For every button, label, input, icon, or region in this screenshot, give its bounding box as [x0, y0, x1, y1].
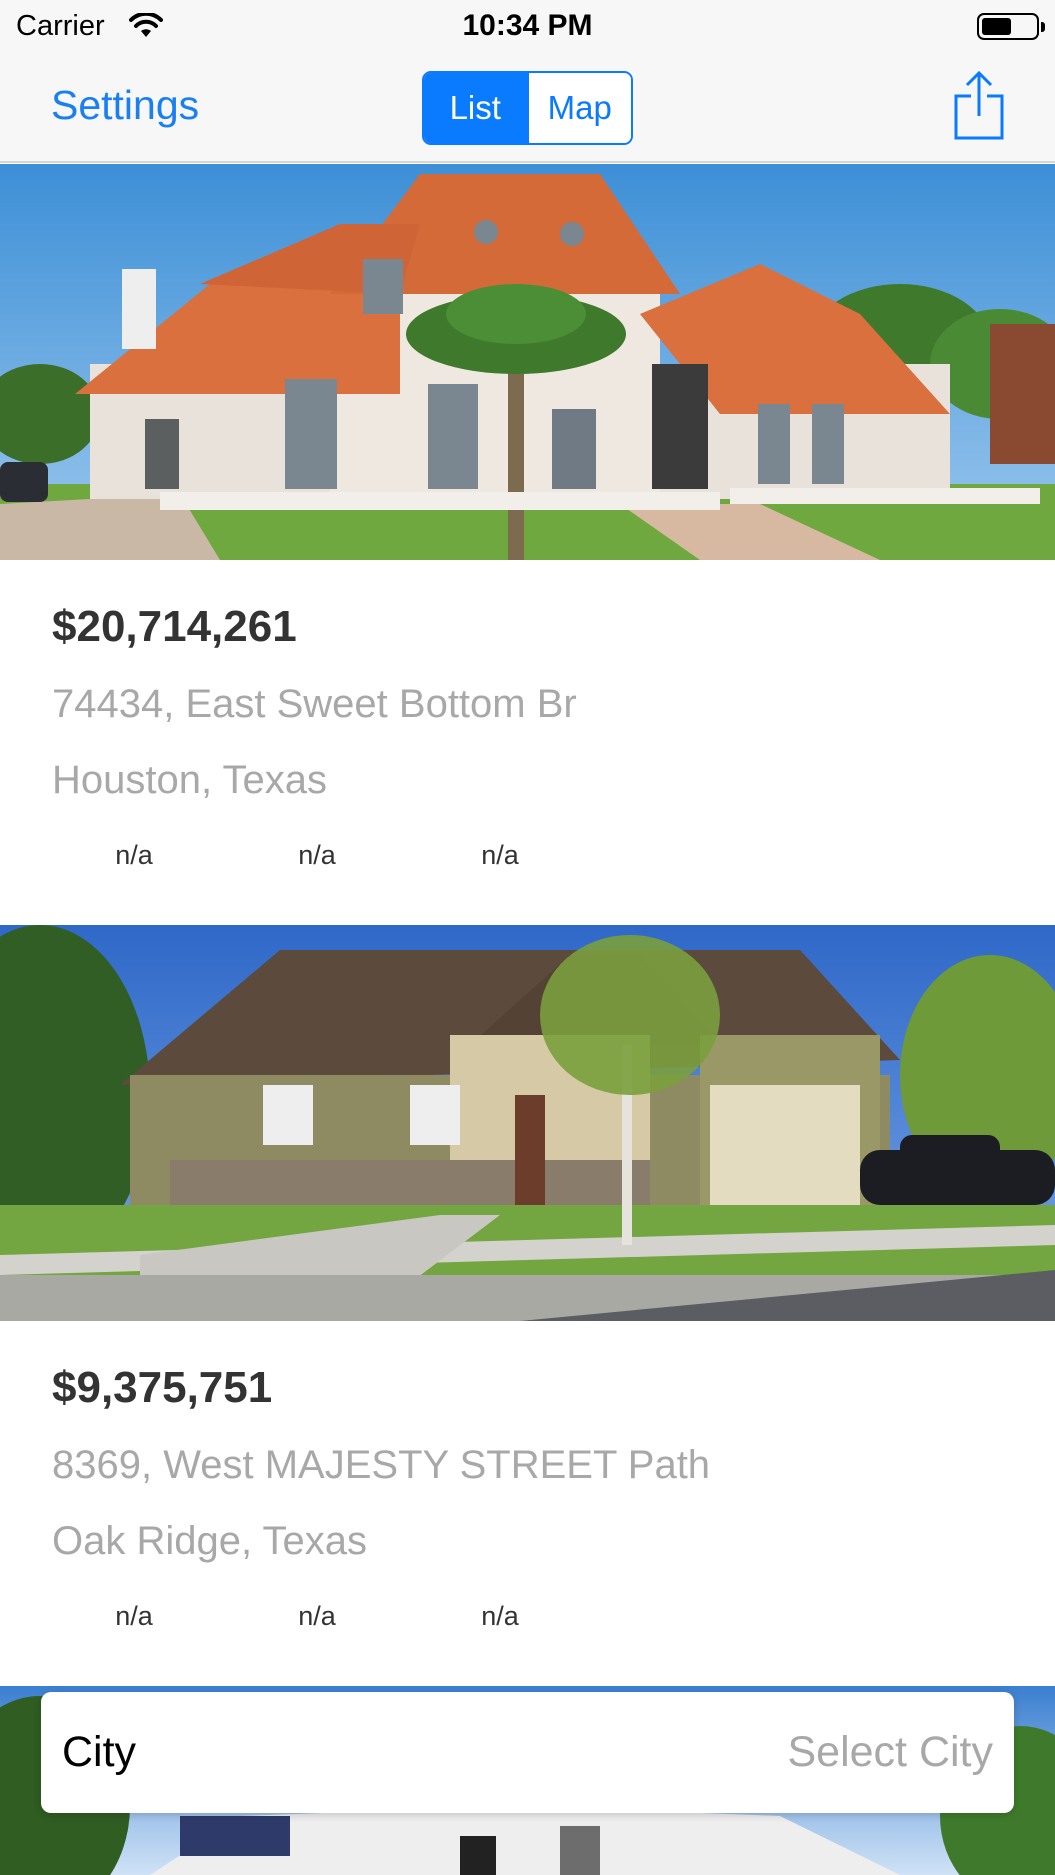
settings-button[interactable]: Settings: [51, 82, 199, 129]
segment-list[interactable]: List: [424, 73, 527, 143]
listing-street-address: 8369, West MAJESTY STREET Path: [52, 1443, 711, 1487]
listing-stat: n/a: [115, 840, 153, 870]
city-label: City: [62, 1728, 137, 1776]
listing-stat: n/a: [115, 1601, 153, 1631]
battery-nub: [1041, 22, 1045, 32]
listing-price: $20,714,261: [52, 602, 297, 651]
listing-stat: n/a: [298, 1601, 336, 1631]
status-bar: Carrier 10:34 PM: [0, 0, 1055, 52]
battery-icon: [977, 13, 1045, 40]
view-mode-segmented-control: List Map: [422, 71, 633, 145]
city-picker[interactable]: City Select City: [41, 1692, 1014, 1813]
listing-street-address: 74434, East Sweet Bottom Br: [52, 682, 577, 726]
screen: Carrier 10:34 PM Settings List Map $20,7…: [0, 0, 1055, 1875]
listing-photo[interactable]: [0, 164, 1055, 560]
listing-card[interactable]: $9,375,751 8369, West MAJESTY STREET Pat…: [0, 925, 1055, 1685]
share-icon[interactable]: [952, 70, 1006, 147]
listing-city-state: Houston, Texas: [52, 758, 327, 802]
select-city-value[interactable]: Select City: [787, 1728, 993, 1777]
listing-stat: n/a: [481, 840, 519, 870]
listing-price: $9,375,751: [52, 1363, 273, 1412]
listing-stat: n/a: [481, 1601, 519, 1631]
segment-map[interactable]: Map: [526, 73, 631, 143]
navigation-bar: Settings List Map: [0, 52, 1055, 163]
clock: 10:34 PM: [462, 9, 593, 42]
listing-photo[interactable]: [0, 925, 1055, 1321]
listing-card[interactable]: $20,714,261 74434, East Sweet Bottom Br …: [0, 164, 1055, 924]
battery-level-fill: [982, 18, 1011, 35]
listing-city-state: Oak Ridge, Texas: [52, 1519, 367, 1563]
listing-stat: n/a: [298, 840, 336, 870]
